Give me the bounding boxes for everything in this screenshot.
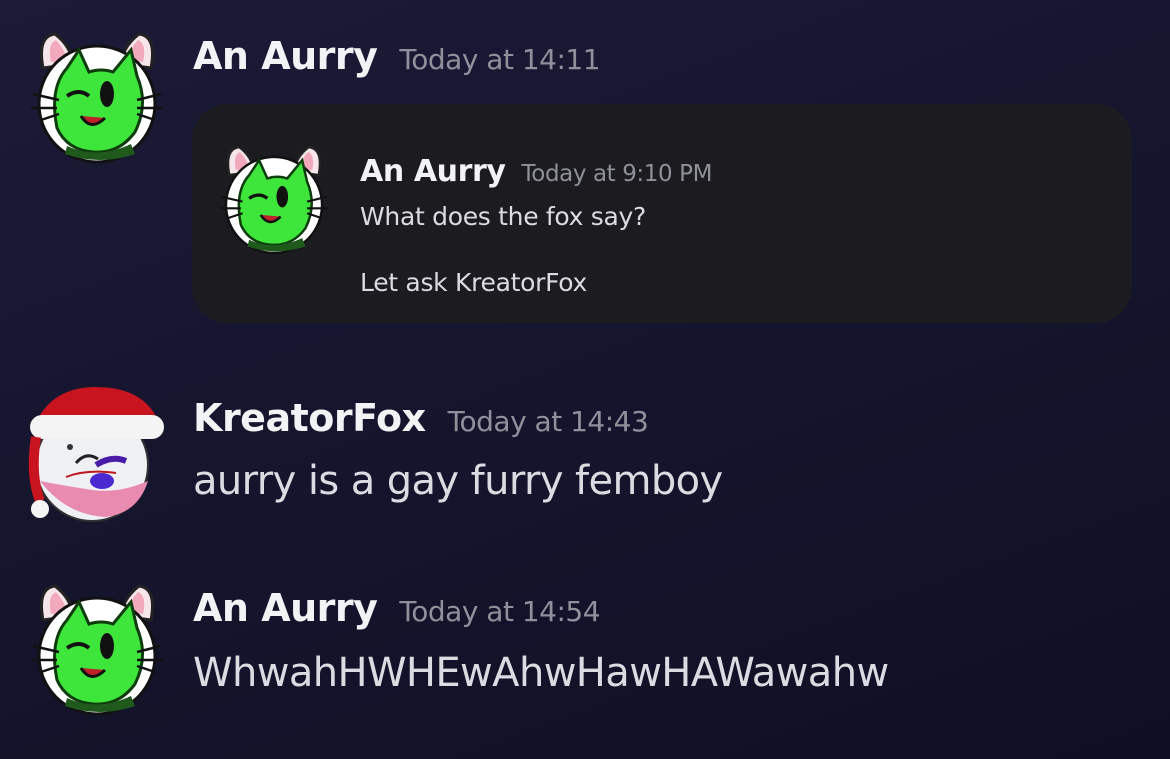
forwarded-message-card[interactable]: An Aurry Today at 9:10 PM What does the f… [192, 104, 1132, 323]
message-text: aurry is a gay furry femboy [193, 458, 723, 504]
timestamp[interactable]: Today at 14:11 [399, 43, 600, 76]
forwarded-timestamp: Today at 9:10 PM [521, 161, 713, 187]
timestamp[interactable]: Today at 14:54 [399, 595, 600, 628]
message-text: WhwahHWHEwAhwHawHAWawahw [193, 650, 889, 696]
timestamp[interactable]: Today at 14:43 [448, 405, 649, 438]
santa-hat-fox-avatar-icon[interactable] [26, 385, 166, 525]
forwarded-text-line-1: What does the fox say? [360, 202, 647, 231]
username[interactable]: An Aurry [193, 586, 378, 630]
username[interactable]: KreatorFox [193, 396, 426, 440]
green-cat-avatar-icon[interactable] [27, 28, 167, 168]
forwarded-username[interactable]: An Aurry [360, 154, 506, 189]
green-cat-avatar-icon[interactable] [216, 142, 332, 258]
username[interactable]: An Aurry [193, 34, 378, 78]
forwarded-text-line-2: Let ask KreatorFox [360, 268, 587, 297]
green-cat-avatar-icon[interactable] [27, 580, 167, 720]
